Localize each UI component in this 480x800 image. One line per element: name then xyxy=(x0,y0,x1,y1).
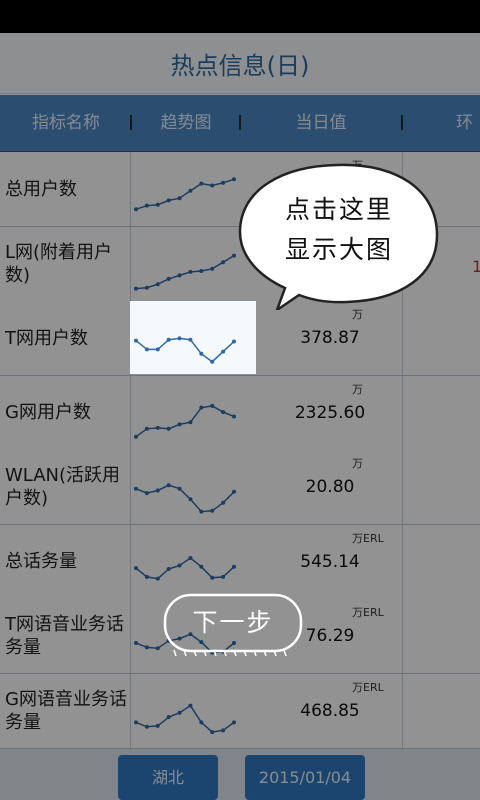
trend-line xyxy=(135,337,235,363)
trend-point xyxy=(199,351,204,356)
trend-point xyxy=(221,349,226,354)
guide-overlay[interactable] xyxy=(0,0,480,800)
next-step-label: 下一步 xyxy=(192,608,274,637)
trend-point xyxy=(144,347,149,352)
trend-point xyxy=(177,336,182,341)
trend-point xyxy=(155,347,160,352)
trend-point xyxy=(134,338,138,343)
highlighted-trend-cell[interactable] xyxy=(130,301,256,374)
trend-chart-highlighted xyxy=(134,336,236,364)
bubble-line-2: 显示大图 xyxy=(284,235,393,264)
trend-point xyxy=(166,337,171,342)
trend-point xyxy=(232,339,236,344)
speech-bubble-text: 点击这里 显示大图 xyxy=(240,190,438,270)
trend-point xyxy=(210,359,215,364)
trend-point xyxy=(188,337,193,342)
bubble-line-1: 点击这里 xyxy=(284,195,393,224)
